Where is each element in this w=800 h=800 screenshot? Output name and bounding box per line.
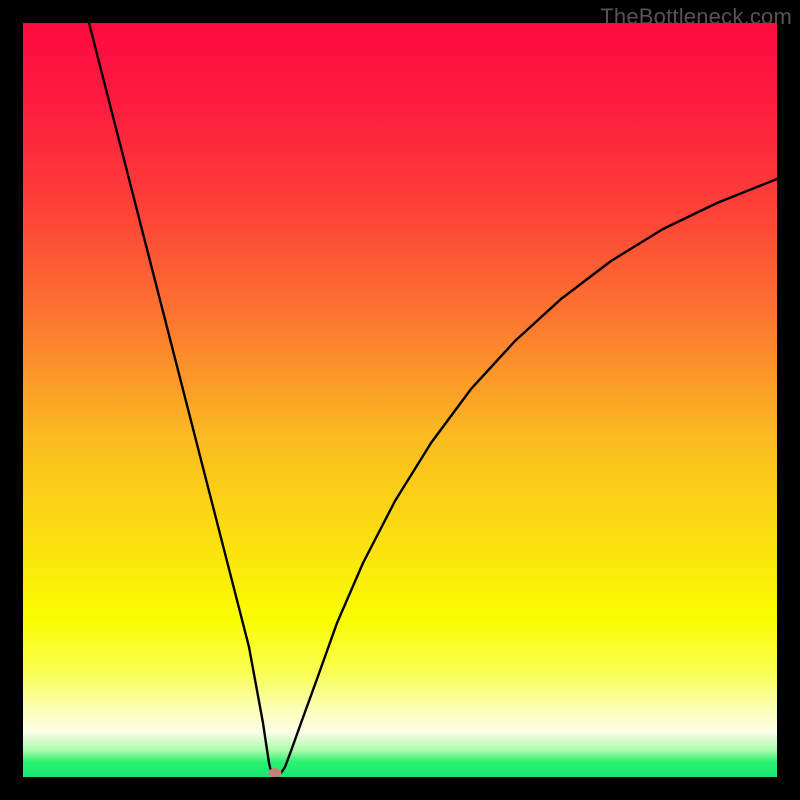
optimal-point-marker <box>269 768 282 777</box>
bottleneck-curve <box>23 23 777 777</box>
chart-viewport: TheBottleneck.com <box>0 0 800 800</box>
plot-area <box>23 23 777 777</box>
